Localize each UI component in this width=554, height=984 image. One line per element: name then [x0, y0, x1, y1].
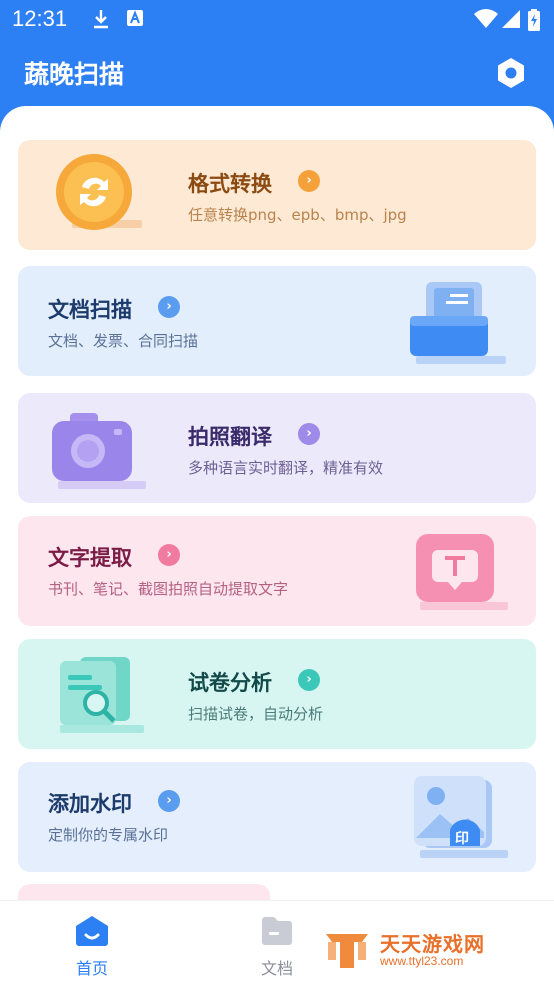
- content-sheet: 格式转换 › 任意转换png、epb、bmp、jpg 文档扫描 › 文档、发票、…: [0, 106, 554, 984]
- card-title: 文字提取: [48, 546, 132, 570]
- nav-item-home[interactable]: 首页: [52, 915, 132, 979]
- card-title: 拍照翻译: [188, 425, 272, 449]
- nav-label: 首页: [75, 959, 108, 978]
- document-scan-icon: [406, 278, 510, 372]
- accessibility-icon: [126, 9, 144, 31]
- card-subtitle: 多种语言实时翻译，精准有效: [188, 459, 384, 477]
- chevron-right-icon: ›: [298, 170, 320, 192]
- card-photo-translate[interactable]: 拍照翻译 › 多种语言实时翻译，精准有效: [18, 393, 536, 503]
- settings-button[interactable]: [494, 56, 528, 90]
- card-title: 文档扫描: [48, 298, 132, 322]
- watermark-url: www.ttyl23.com: [380, 954, 464, 968]
- watermark-name: 天天游戏网: [380, 932, 485, 956]
- status-bar: 12:31: [0, 0, 554, 38]
- signal-icon: [502, 9, 520, 33]
- watermark-logo-icon: [326, 934, 368, 968]
- text-extract-icon: [410, 530, 510, 618]
- card-add-watermark[interactable]: 添加水印 › 定制你的专属水印 印: [18, 762, 536, 872]
- folder-icon: [262, 917, 292, 945]
- card-subtitle: 文档、发票、合同扫描: [48, 332, 199, 350]
- chevron-right-icon: ›: [158, 296, 180, 318]
- card-paper-analysis[interactable]: 试卷分析 › 扫描试卷，自动分析: [18, 639, 536, 749]
- card-subtitle: 定制你的专属水印: [48, 826, 169, 844]
- chevron-right-icon: ›: [158, 790, 180, 812]
- download-icon: [92, 9, 110, 33]
- card-text-extract[interactable]: 文字提取 › 书刊、笔记、截图拍照自动提取文字: [18, 516, 536, 626]
- card-subtitle: 书刊、笔记、截图拍照自动提取文字: [48, 580, 289, 598]
- status-time: 12:31: [12, 6, 68, 31]
- camera-icon: [50, 409, 150, 495]
- wifi-icon: [474, 9, 498, 33]
- home-icon: [76, 916, 108, 946]
- nav-item-documents[interactable]: 文档: [237, 915, 317, 979]
- card-document-scan[interactable]: 文档扫描 › 文档、发票、合同扫描: [18, 266, 536, 376]
- watermark-badge: 印: [455, 831, 469, 847]
- card-subtitle: 任意转换png、epb、bmp、jpg: [188, 206, 407, 224]
- gear-hexagon-icon: [498, 58, 524, 88]
- battery-icon: [528, 9, 540, 35]
- site-watermark: 天天游戏网 www.ttyl23.com: [322, 926, 522, 972]
- paper-analysis-icon: [54, 651, 150, 741]
- chevron-right-icon: ›: [298, 423, 320, 445]
- chevron-right-icon: ›: [298, 669, 320, 691]
- card-format-convert[interactable]: 格式转换 › 任意转换png、epb、bmp、jpg: [18, 140, 536, 250]
- app-title: 蔬晚扫描: [24, 60, 125, 89]
- app-bar: 蔬晚扫描: [0, 38, 554, 108]
- card-title: 格式转换: [188, 172, 272, 196]
- card-title: 试卷分析: [188, 671, 272, 695]
- refresh-coin-icon: [52, 154, 148, 242]
- card-title: 添加水印: [48, 792, 132, 816]
- card-subtitle: 扫描试卷，自动分析: [188, 705, 324, 723]
- chevron-right-icon: ›: [158, 544, 180, 566]
- nav-label: 文档: [260, 959, 293, 978]
